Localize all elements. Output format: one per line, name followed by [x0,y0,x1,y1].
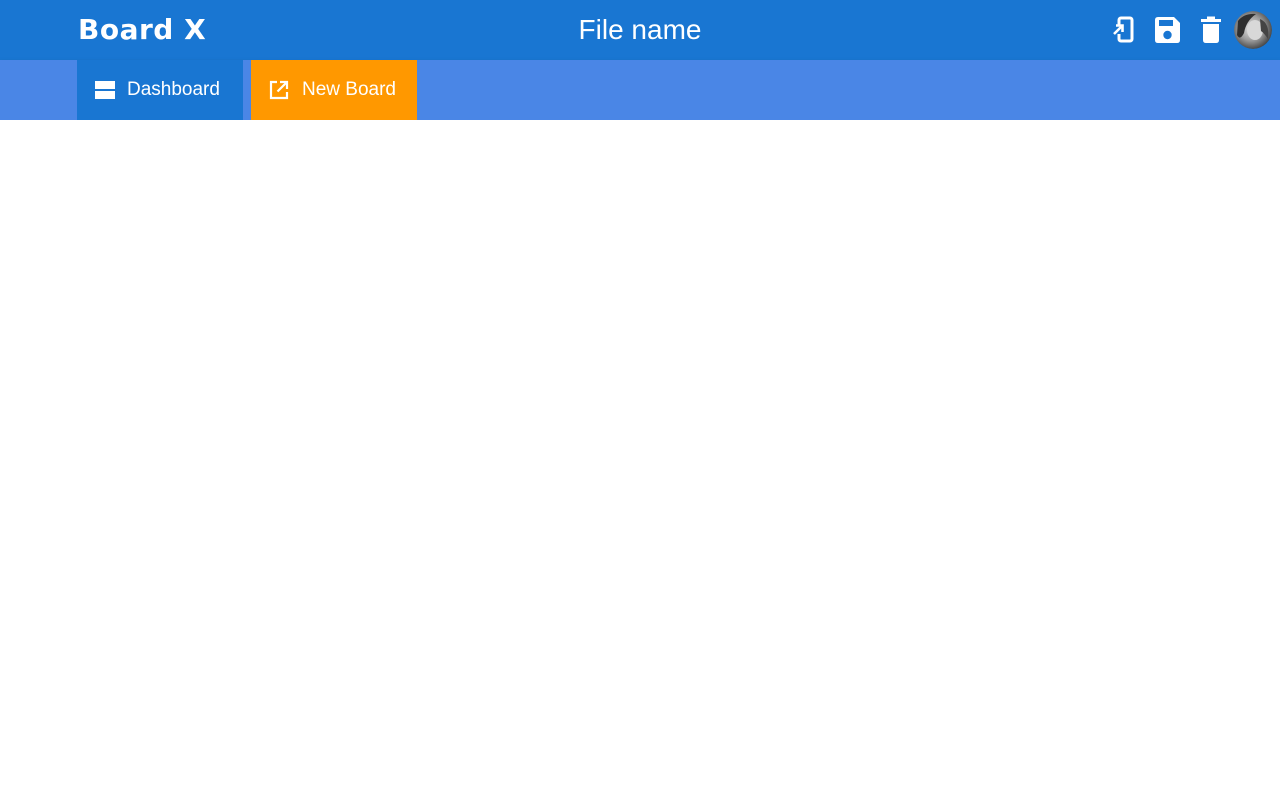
tab-new-board[interactable]: New Board [251,60,417,120]
save-button[interactable] [1150,13,1184,47]
toolbar-actions [1096,10,1272,50]
main-content-area [0,120,1280,800]
tab-bar: Dashboard New Board [0,60,1280,120]
avatar-photo-icon [1234,11,1272,49]
tab-new-board-label: New Board [302,79,396,100]
open-in-new-icon [268,79,290,101]
dashboard-icon [94,79,116,101]
delete-button[interactable] [1194,13,1228,47]
export-icon [1113,16,1134,43]
tab-dashboard[interactable]: Dashboard [77,60,243,120]
file-name-title[interactable]: File name [0,13,1280,47]
save-icon [1155,17,1180,43]
top-app-bar: Board X File name [0,0,1280,60]
tab-dashboard-label: Dashboard [127,79,220,100]
export-button[interactable] [1106,13,1140,47]
user-avatar[interactable] [1234,11,1272,49]
trash-icon [1201,16,1221,43]
app-window: Board X File name Dashboard New Board [0,0,1280,800]
